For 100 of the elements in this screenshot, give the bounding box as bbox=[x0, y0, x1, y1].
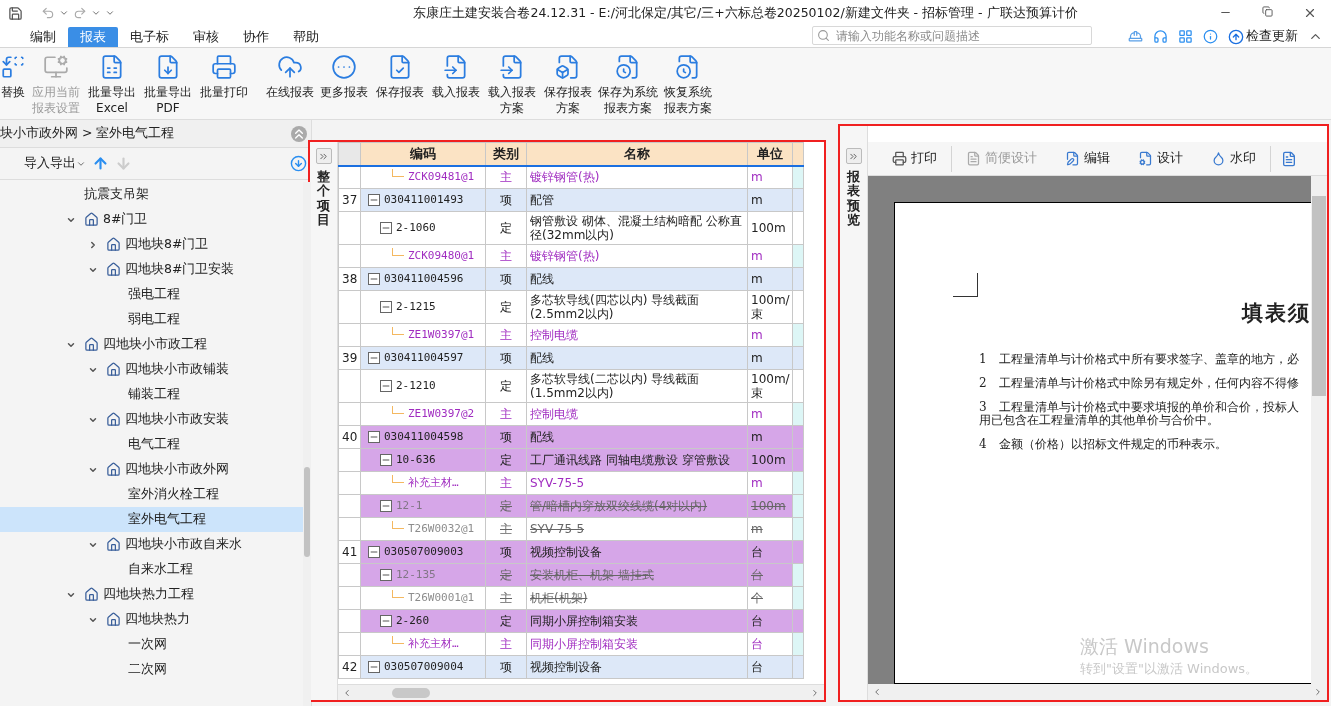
tree-item[interactable]: 二次网 bbox=[0, 657, 303, 682]
collapse-toggle[interactable] bbox=[380, 380, 392, 392]
headset-icon[interactable] bbox=[1153, 29, 1168, 44]
download-icon[interactable] bbox=[290, 155, 307, 172]
collapse-toggle[interactable] bbox=[368, 273, 380, 285]
toolbar-button[interactable]: 编辑 bbox=[1051, 150, 1124, 167]
search-field[interactable]: 请输入功能名称或问题描述 bbox=[834, 27, 1074, 44]
code-cell: 2-1210 bbox=[360, 369, 486, 403]
dropdown-caret-icon[interactable] bbox=[59, 8, 69, 18]
document-icon[interactable] bbox=[1281, 150, 1297, 167]
ribbon-button[interactable]: 载入报表 bbox=[430, 48, 482, 119]
move-up-icon[interactable] bbox=[92, 155, 109, 172]
collapse-toggle[interactable] bbox=[368, 431, 380, 443]
tree-item[interactable]: 四地块小市政外网 bbox=[0, 457, 303, 482]
tree-connector bbox=[392, 590, 404, 598]
column-header[interactable]: 类别 bbox=[485, 142, 527, 166]
tree-connector bbox=[392, 475, 404, 483]
tree-connector bbox=[392, 248, 404, 256]
tree-item[interactable]: 弱电工程 bbox=[0, 307, 303, 332]
tree-item[interactable]: 一次网 bbox=[0, 632, 303, 657]
tree-connector bbox=[392, 636, 404, 644]
tree-item[interactable]: 四地块小市政铺装 bbox=[0, 357, 303, 382]
collapse-toggle[interactable] bbox=[380, 615, 392, 627]
customize-caret-icon[interactable] bbox=[105, 8, 115, 18]
scrollbar[interactable] bbox=[303, 182, 311, 706]
ribbon-button[interactable]: 恢复系统 报表方案 bbox=[662, 48, 714, 119]
droplet-icon bbox=[1211, 151, 1226, 166]
tree-item[interactable]: 自来水工程 bbox=[0, 557, 303, 582]
layout-icon bbox=[966, 151, 981, 166]
ribbon-button[interactable]: 保存报表 bbox=[374, 48, 426, 119]
tree-item[interactable]: 四地块热力工程 bbox=[0, 582, 303, 607]
horizontal-scrollbar[interactable] bbox=[868, 684, 1327, 700]
collapse-toggle[interactable] bbox=[380, 301, 392, 313]
collapsed-caret-icon[interactable] bbox=[88, 239, 98, 250]
close-icon[interactable] bbox=[1303, 6, 1317, 20]
helmet-icon[interactable] bbox=[1128, 29, 1143, 44]
tree-item[interactable]: 铺装工程 bbox=[0, 382, 303, 407]
column-header[interactable]: 单位 bbox=[747, 142, 793, 166]
tree-item[interactable]: 四地块小市政自来水 bbox=[0, 532, 303, 557]
tree-item[interactable]: 室外消火栓工程 bbox=[0, 482, 303, 507]
tree-item[interactable]: 抗震支吊架 bbox=[0, 182, 303, 207]
row-number: 39 bbox=[338, 346, 361, 370]
ribbon-button[interactable]: 载入报表 方案 bbox=[486, 48, 538, 119]
menu-tab[interactable]: 编制 bbox=[18, 27, 68, 47]
tree-item[interactable]: 四地块小市政安装 bbox=[0, 407, 303, 432]
save-icon[interactable] bbox=[8, 5, 23, 21]
toolbar-button[interactable]: 设计 bbox=[1124, 150, 1197, 167]
ribbon-button[interactable]: 在线报表 bbox=[266, 48, 314, 119]
tree-item[interactable]: 强电工程 bbox=[0, 282, 303, 307]
collapse-toggle[interactable] bbox=[368, 546, 380, 558]
ribbon-button[interactable]: 保存报表 方案 bbox=[542, 48, 594, 119]
house-icon bbox=[84, 587, 99, 602]
collapse-toggle[interactable] bbox=[368, 194, 380, 206]
scrollbar-thumb[interactable] bbox=[392, 687, 430, 698]
collapse-toggle[interactable] bbox=[380, 454, 392, 466]
name-cell: 配线 bbox=[526, 425, 748, 449]
ribbon-button[interactable]: 更多报表 bbox=[318, 48, 370, 119]
collapse-toggle[interactable] bbox=[368, 661, 380, 673]
tree-item[interactable]: 8#门卫 bbox=[0, 207, 303, 232]
ribbon-button[interactable]: 批量导出 Excel bbox=[86, 48, 138, 119]
ribbon-button[interactable]: 保存为系统 报表方案 bbox=[598, 48, 658, 119]
update-button[interactable]: 检查更新 bbox=[1228, 28, 1298, 45]
ribbon-button[interactable]: 批量打印 bbox=[198, 48, 250, 119]
tree-item[interactable]: 四地块8#门卫安装 bbox=[0, 257, 303, 282]
ribbon-button[interactable]: 替换 bbox=[0, 48, 26, 119]
toolbar-button[interactable]: 打印 bbox=[878, 150, 951, 167]
horizontal-scrollbar[interactable] bbox=[338, 684, 824, 700]
ribbon-button[interactable]: 批量导出 PDF bbox=[142, 48, 194, 119]
collapse-toggle[interactable] bbox=[380, 222, 392, 234]
grid-icon[interactable] bbox=[1178, 29, 1193, 44]
dropdown-caret-icon[interactable] bbox=[91, 8, 101, 18]
tree-label: 一次网 bbox=[128, 636, 167, 653]
info-icon[interactable] bbox=[1203, 29, 1218, 44]
row-number: 40 bbox=[338, 425, 361, 449]
tree-item[interactable]: 室外电气工程 bbox=[0, 507, 303, 532]
tree-label: 8#门卫 bbox=[103, 211, 148, 228]
tree-item[interactable]: 四地块8#门卫 bbox=[0, 232, 303, 257]
import-export-dropdown[interactable]: 导入导出 bbox=[24, 155, 86, 172]
code-cell: 2-1215 bbox=[360, 290, 486, 324]
name-cell: 钢管敷设 砌体、混凝土结构暗配 公称直径(32mm以内) bbox=[526, 211, 748, 245]
restore-icon[interactable] bbox=[1262, 6, 1273, 17]
toolbar-button[interactable]: 水印 bbox=[1197, 150, 1270, 167]
tree-item[interactable]: 四地块小市政工程 bbox=[0, 332, 303, 357]
search-box[interactable]: 请输入功能名称或问题描述 bbox=[812, 26, 1092, 45]
menu-tab[interactable]: 审核 bbox=[181, 27, 231, 47]
note-text: 1 工程量清单与计价格式中所有要求签字、盖章的地方，必 bbox=[979, 353, 1300, 366]
column-header[interactable]: 名称 bbox=[526, 142, 748, 166]
house-icon bbox=[106, 412, 121, 427]
collapse-toggle[interactable] bbox=[368, 352, 380, 364]
tree-item[interactable]: 电气工程 bbox=[0, 432, 303, 457]
column-header[interactable]: 编码 bbox=[360, 142, 486, 166]
side-label: 报表预览 bbox=[847, 170, 860, 228]
table-cell bbox=[792, 188, 804, 212]
name-cell: 配线 bbox=[526, 346, 748, 370]
scrollbar[interactable] bbox=[1311, 176, 1327, 684]
menu-tab[interactable]: 帮助 bbox=[281, 27, 331, 47]
tree-item[interactable]: 四地块热力 bbox=[0, 607, 303, 632]
menu-tab[interactable]: 协作 bbox=[231, 27, 281, 47]
table-cell bbox=[792, 402, 804, 426]
menu-tab[interactable]: 电子标 bbox=[118, 27, 181, 47]
